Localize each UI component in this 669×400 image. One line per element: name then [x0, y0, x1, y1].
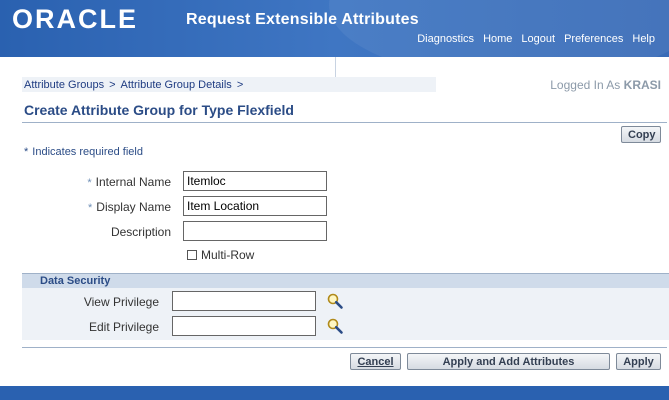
nav-home[interactable]: Home — [483, 33, 512, 45]
logged-in-prefix: Logged In As — [550, 78, 621, 92]
nav-logout[interactable]: Logout — [521, 33, 555, 45]
search-icon[interactable] — [326, 317, 344, 335]
view-privilege-label: View Privilege — [83, 295, 159, 309]
logged-in-user: Logged In As KRASI — [550, 78, 661, 92]
title-divider — [22, 122, 667, 123]
internal-name-label-text: Internal Name — [95, 175, 171, 189]
multi-row-option[interactable]: Multi-Row — [187, 248, 254, 262]
divider — [335, 57, 336, 77]
data-security-header: Data Security — [22, 273, 669, 288]
breadcrumb-separator: > — [236, 78, 244, 91]
breadcrumb: Attribute Groups > Attribute Group Detai… — [22, 77, 436, 92]
edit-privilege-label: Edit Privilege — [88, 320, 159, 334]
display-name-label-text: Display Name — [96, 200, 171, 214]
breadcrumb-attribute-groups[interactable]: Attribute Groups — [24, 79, 104, 91]
nav-preferences[interactable]: Preferences — [564, 33, 623, 45]
required-note-text: Indicates required field — [32, 146, 143, 158]
page-footer — [0, 386, 669, 400]
multi-row-checkbox[interactable] — [187, 250, 197, 260]
copy-button[interactable]: Copy — [621, 126, 661, 143]
actions-divider — [22, 347, 667, 348]
apply-and-add-attributes-button[interactable]: Apply and Add Attributes — [407, 353, 610, 370]
required-star: * — [87, 177, 92, 189]
description-input[interactable] — [183, 221, 327, 241]
breadcrumb-separator: > — [109, 78, 116, 91]
internal-name-label: * Internal Name — [87, 175, 171, 189]
display-name-label: * Display Name — [88, 200, 171, 214]
internal-name-input[interactable] — [183, 171, 327, 191]
description-label: Description — [110, 225, 171, 239]
edit-privilege-input[interactable] — [172, 316, 316, 336]
user-name: KRASI — [623, 78, 661, 92]
search-icon[interactable] — [326, 292, 344, 310]
app-title: Request Extensible Attributes — [186, 11, 419, 28]
required-field-note: * Indicates required field — [24, 146, 143, 158]
app-header: ORACLE Request Extensible Attributes Dia… — [0, 0, 669, 57]
nav-diagnostics[interactable]: Diagnostics — [417, 33, 474, 45]
multi-row-label: Multi-Row — [201, 248, 255, 262]
breadcrumb-attribute-group-details[interactable]: Attribute Group Details — [121, 79, 232, 91]
required-star: * — [88, 202, 93, 214]
display-name-input[interactable] — [183, 196, 327, 216]
oracle-logo: ORACLE — [12, 4, 138, 34]
page-title: Create Attribute Group for Type Flexfiel… — [24, 102, 294, 118]
global-nav: Diagnostics Home Logout Preferences Help — [417, 33, 655, 45]
apply-button[interactable]: Apply — [616, 353, 661, 370]
cancel-button[interactable]: Cancel — [350, 353, 401, 370]
view-privilege-input[interactable] — [172, 291, 316, 311]
required-star: * — [24, 146, 29, 158]
nav-help[interactable]: Help — [632, 33, 655, 45]
